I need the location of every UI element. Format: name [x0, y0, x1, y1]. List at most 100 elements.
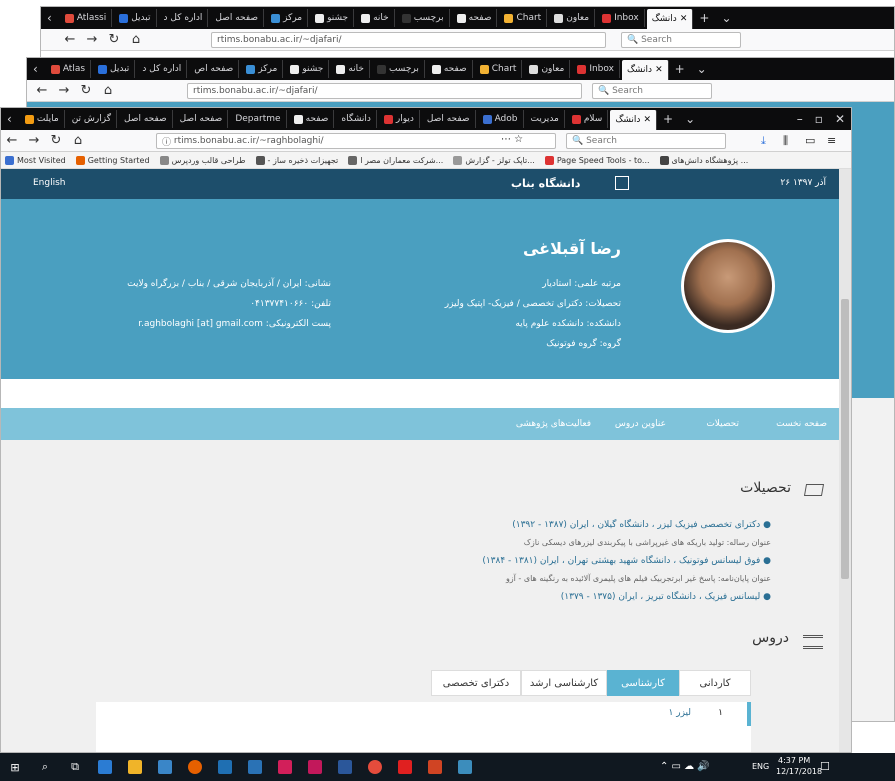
mail-icon[interactable] — [215, 757, 235, 777]
edge-icon[interactable] — [95, 757, 115, 777]
task-view-icon[interactable]: ⧉ — [65, 757, 85, 777]
url-bar[interactable]: ⓘ rtims.bonabu.ac.ir/~raghbolaghi/ — [156, 133, 556, 149]
chevron-down-icon[interactable]: ⌄ — [679, 112, 701, 126]
tab[interactable]: گزارش تن — [67, 110, 118, 128]
language-link[interactable]: English — [33, 178, 66, 188]
tab[interactable]: اداره کل د — [159, 9, 209, 27]
tab[interactable]: صفحه — [427, 60, 473, 78]
nav-education[interactable]: تحصیلات — [706, 419, 739, 429]
tab[interactable]: دیوار — [379, 110, 420, 128]
tab[interactable]: مایلت — [20, 110, 65, 128]
search-input[interactable]: 🔍 Search — [621, 32, 741, 48]
language-indicator[interactable]: ENG — [752, 762, 769, 771]
reload-icon[interactable]: ↻ — [103, 32, 125, 47]
new-tab-icon[interactable]: + — [657, 112, 679, 126]
url-bar[interactable]: rtims.bonabu.ac.ir/~djafari/ — [211, 32, 606, 48]
tab[interactable]: برچسب — [397, 9, 450, 27]
tab-scroll-left-icon[interactable]: ‹ — [27, 62, 44, 76]
tab-scroll-left-icon[interactable]: ‹ — [1, 112, 18, 126]
tab[interactable]: صفحه اصل — [422, 110, 476, 128]
back-icon[interactable]: ← — [31, 83, 53, 98]
search-icon[interactable]: ⌕ — [35, 757, 55, 777]
new-tab-icon[interactable]: + — [693, 11, 715, 25]
clock-date[interactable]: 12/17/2018 — [776, 767, 822, 776]
tab-karshenasi[interactable]: کارشناسی — [607, 670, 679, 696]
back-icon[interactable]: ← — [59, 32, 81, 47]
bookmark-item[interactable]: Getting Started — [75, 155, 150, 165]
bookmark-item[interactable]: طراحی قالب وردپرس — [159, 155, 246, 165]
home-icon[interactable]: ⌂ — [97, 83, 119, 98]
tab[interactable]: تبدیل — [114, 9, 157, 27]
new-tab-icon[interactable]: + — [669, 62, 691, 76]
close-icon[interactable]: ✕ — [655, 65, 663, 75]
nav-research[interactable]: فعالیت‌های پژوهشی — [516, 419, 591, 429]
store-icon[interactable] — [155, 757, 175, 777]
explorer-icon[interactable] — [125, 757, 145, 777]
app-icon[interactable] — [245, 757, 265, 777]
system-tray-icons[interactable]: ⌃ ▭ ☁ 🔊 — [660, 761, 710, 772]
home-icon[interactable]: ⌂ — [67, 133, 89, 148]
tab[interactable]: جشنو — [310, 9, 355, 27]
university-title[interactable]: دانشگاه بناب — [511, 177, 580, 190]
bookmark-item[interactable]: تاپک تولز - گزارش... — [453, 155, 535, 165]
tab-scroll-left-icon[interactable]: ‹ — [41, 11, 58, 25]
tab[interactable]: مرکز — [266, 9, 309, 27]
scrollbar-thumb[interactable] — [841, 299, 849, 579]
forward-icon[interactable]: → — [81, 32, 103, 47]
tab[interactable]: اداره کل د — [137, 60, 188, 78]
tab[interactable]: Departme — [230, 110, 287, 128]
page-actions-icon[interactable]: ⋯ ☆ — [501, 134, 523, 145]
tab[interactable]: Inbox — [572, 60, 620, 78]
tab[interactable]: صفحه — [452, 9, 498, 27]
menu-icon[interactable]: ≡ — [827, 134, 836, 147]
notification-icon[interactable]: ☐ — [820, 760, 830, 773]
chrome-icon[interactable] — [365, 757, 385, 777]
tab[interactable]: برچسب — [372, 60, 425, 78]
tab[interactable]: مدیریت — [526, 110, 565, 128]
indesign-icon[interactable] — [275, 757, 295, 777]
tab[interactable]: معاون — [524, 60, 571, 78]
tab[interactable]: صفحه اصل — [175, 110, 229, 128]
tab[interactable]: تبدیل — [93, 60, 136, 78]
nav-home[interactable]: صفحه نخست — [776, 419, 827, 429]
tab[interactable]: دانشگاه — [336, 110, 377, 128]
tab[interactable]: معاون — [549, 9, 596, 27]
course-row-text[interactable]: لیزر ۱ — [669, 708, 691, 718]
tab-kardani[interactable]: کاردانی — [679, 670, 751, 696]
tab[interactable]: صفحه اصل — [119, 110, 173, 128]
word-icon[interactable] — [335, 757, 355, 777]
bookmark-item[interactable]: - تجهیزات ذخیره ساز — [255, 155, 338, 165]
bookmark-item[interactable]: Most Visited — [5, 155, 66, 165]
tab[interactable]: Adob — [478, 110, 524, 128]
tab[interactable]: صفحه اصل — [210, 9, 265, 27]
search-input[interactable]: 🔍 Search — [566, 133, 726, 149]
app-icon[interactable] — [455, 757, 475, 777]
forward-icon[interactable]: → — [23, 133, 45, 148]
minimize-icon[interactable]: – — [791, 112, 809, 126]
library-icon[interactable]: ⫼ — [783, 134, 788, 148]
download-icon[interactable]: ⤓ — [761, 134, 766, 148]
tab-active[interactable]: دانشگ ✕ — [621, 60, 669, 80]
bookmark-item[interactable]: شرکت معماران مصر ا... — [348, 155, 443, 165]
url-bar[interactable]: rtims.bonabu.ac.ir/~djafari/ — [187, 83, 582, 99]
reload-icon[interactable]: ↻ — [45, 133, 67, 148]
page-scrollbar[interactable] — [839, 169, 851, 752]
tab[interactable]: خانه — [356, 9, 395, 27]
indesign-icon[interactable] — [305, 757, 325, 777]
nav-courses[interactable]: عناوین دروس — [615, 419, 666, 429]
back-icon[interactable]: ← — [1, 133, 23, 148]
tab[interactable]: صفحه اص — [189, 60, 240, 78]
bookmark-item[interactable]: پژوهشگاه دانش‌های ... — [659, 155, 748, 165]
tab[interactable]: مرکز — [241, 60, 284, 78]
tab-arshad[interactable]: کارشناسی ارشد — [521, 670, 607, 696]
tab[interactable]: Chart — [499, 9, 548, 27]
powerpoint-icon[interactable] — [425, 757, 445, 777]
search-input[interactable]: 🔍 Search — [592, 83, 712, 99]
tab[interactable]: صفحه — [289, 110, 335, 128]
start-icon[interactable]: ⊞ — [5, 757, 25, 777]
tab[interactable]: Atlassi — [60, 9, 113, 27]
maximize-icon[interactable]: ▫ — [809, 112, 829, 126]
tab[interactable]: جشنو — [285, 60, 330, 78]
clock-time[interactable]: 4:37 PM — [778, 756, 810, 765]
tab[interactable]: Chart — [475, 60, 523, 78]
